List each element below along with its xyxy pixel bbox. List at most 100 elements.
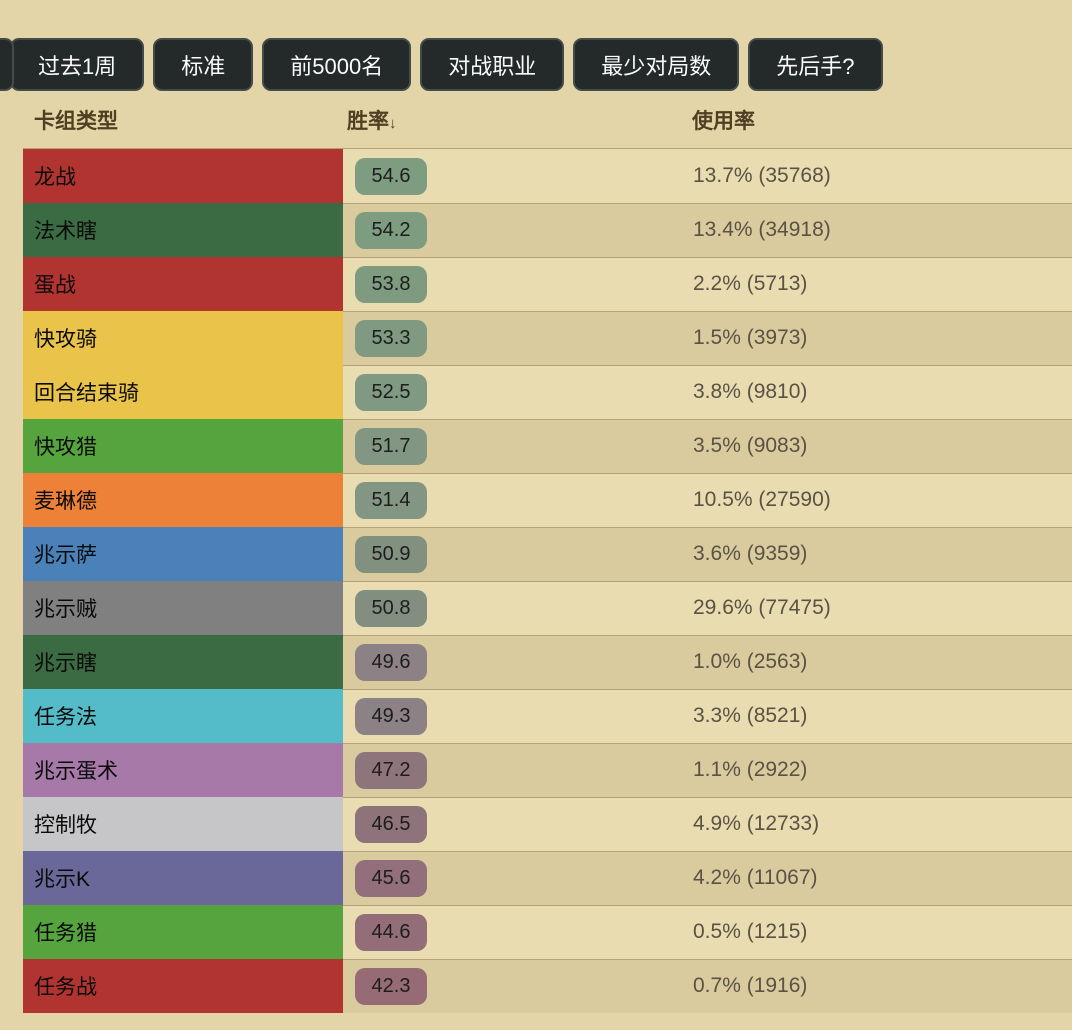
usage-value: 4.2% (11067) xyxy=(693,866,818,889)
deck-name-cell: 兆示萨 xyxy=(23,527,343,581)
deck-row[interactable]: 控制牧 46.5 4.9% (12733) xyxy=(23,797,1072,851)
usage-value: 0.5% (1215) xyxy=(693,920,808,943)
usage-value: 1.5% (3973) xyxy=(693,326,808,349)
deck-row[interactable]: 任务法 49.3 3.3% (8521) xyxy=(23,689,1072,743)
deck-name: 蛋战 xyxy=(34,274,76,297)
column-header-usage[interactable]: 使用率 xyxy=(692,105,755,135)
deck-name: 回合结束骑 xyxy=(34,382,139,405)
deck-row[interactable]: 蛋战 53.8 2.2% (5713) xyxy=(23,257,1072,311)
winrate-badge: 51.7 xyxy=(355,427,427,465)
deck-name: 兆示蛋术 xyxy=(34,760,118,783)
deck-name-cell: 麦琳德 xyxy=(23,473,343,527)
column-header-winrate-label: 胜率 xyxy=(347,110,389,133)
deck-table-body: 龙战 54.6 13.7% (35768) 法术瞎 54.2 13.4% (34… xyxy=(23,148,1072,1013)
deck-name-cell: 兆示贼 xyxy=(23,581,343,635)
winrate-cell: 42.3 xyxy=(355,959,427,1013)
winrate-badge: 53.8 xyxy=(355,265,427,303)
deck-row[interactable]: 兆示蛋术 47.2 1.1% (2922) xyxy=(23,743,1072,797)
deck-name-cell: 任务猎 xyxy=(23,905,343,959)
usage-value: 13.4% (34918) xyxy=(693,218,831,241)
deck-name: 任务猎 xyxy=(34,922,97,945)
deck-name-cell: 兆示K xyxy=(23,851,343,905)
deck-name: 任务法 xyxy=(34,706,97,729)
winrate-badge: 54.6 xyxy=(355,157,427,195)
winrate-cell: 51.4 xyxy=(355,473,427,527)
winrate-cell: 53.3 xyxy=(355,311,427,365)
table-header: 卡组类型 胜率↓ 使用率 xyxy=(0,105,1072,133)
deck-name: 法术瞎 xyxy=(34,220,97,243)
winrate-badge: 54.2 xyxy=(355,211,427,249)
clipped-filter-button[interactable] xyxy=(0,38,14,91)
deck-name: 快攻骑 xyxy=(34,328,97,351)
usage-value: 1.1% (2922) xyxy=(693,758,808,781)
filter-button-min-games[interactable]: 最少对局数 xyxy=(573,38,740,91)
filter-button-opponent-class[interactable]: 对战职业 xyxy=(420,38,565,91)
deck-row[interactable]: 龙战 54.6 13.7% (35768) xyxy=(23,149,1072,203)
winrate-badge: 47.2 xyxy=(355,751,427,789)
deck-name-cell: 回合结束骑 xyxy=(23,365,343,419)
winrate-cell: 50.9 xyxy=(355,527,427,581)
usage-value: 3.5% (9083) xyxy=(693,434,808,457)
sort-descending-icon: ↓ xyxy=(389,115,397,132)
deck-name-cell: 兆示瞎 xyxy=(23,635,343,689)
deck-name: 兆示萨 xyxy=(34,544,97,567)
deck-row[interactable]: 兆示K 45.6 4.2% (11067) xyxy=(23,851,1072,905)
deck-name: 控制牧 xyxy=(34,814,97,837)
deck-row[interactable]: 麦琳德 51.4 10.5% (27590) xyxy=(23,473,1072,527)
winrate-cell: 54.2 xyxy=(355,203,427,257)
deck-name: 麦琳德 xyxy=(34,490,97,513)
winrate-badge: 52.5 xyxy=(355,373,427,411)
deck-name-cell: 任务法 xyxy=(23,689,343,743)
winrate-badge: 44.6 xyxy=(355,913,427,951)
deck-name-cell: 快攻猎 xyxy=(23,419,343,473)
deck-name-cell: 蛋战 xyxy=(23,257,343,311)
deck-row[interactable]: 任务战 42.3 0.7% (1916) xyxy=(23,959,1072,1013)
deck-name: 任务战 xyxy=(34,976,97,999)
usage-value: 2.2% (5713) xyxy=(693,272,808,295)
deck-name-cell: 控制牧 xyxy=(23,797,343,851)
winrate-cell: 47.2 xyxy=(355,743,427,797)
winrate-cell: 54.6 xyxy=(355,149,427,203)
winrate-cell: 45.6 xyxy=(355,851,427,905)
filter-button-format[interactable]: 标准 xyxy=(153,38,254,91)
deck-row[interactable]: 任务猎 44.6 0.5% (1215) xyxy=(23,905,1072,959)
column-header-winrate[interactable]: 胜率↓ xyxy=(347,105,397,135)
deck-name: 快攻猎 xyxy=(34,436,97,459)
filter-bar: 过去1周 标准 前5000名 对战职业 最少对局数 先后手? xyxy=(0,38,883,91)
winrate-cell: 50.8 xyxy=(355,581,427,635)
deck-row[interactable]: 兆示瞎 49.6 1.0% (2563) xyxy=(23,635,1072,689)
deck-row[interactable]: 兆示萨 50.9 3.6% (9359) xyxy=(23,527,1072,581)
usage-value: 1.0% (2563) xyxy=(693,650,808,673)
deck-row[interactable]: 快攻猎 51.7 3.5% (9083) xyxy=(23,419,1072,473)
deck-row[interactable]: 回合结束骑 52.5 3.8% (9810) xyxy=(23,365,1072,419)
deck-name-cell: 法术瞎 xyxy=(23,203,343,257)
usage-value: 3.6% (9359) xyxy=(693,542,808,565)
filter-button-rank-range[interactable]: 前5000名 xyxy=(262,38,412,91)
usage-value: 10.5% (27590) xyxy=(693,488,831,511)
winrate-cell: 52.5 xyxy=(355,365,427,419)
deck-row[interactable]: 兆示贼 50.8 29.6% (77475) xyxy=(23,581,1072,635)
deck-name-cell: 快攻骑 xyxy=(23,311,343,365)
filter-button-time-range[interactable]: 过去1周 xyxy=(10,38,145,91)
usage-value: 4.9% (12733) xyxy=(693,812,820,835)
winrate-badge: 53.3 xyxy=(355,319,427,357)
winrate-badge: 50.9 xyxy=(355,535,427,573)
winrate-badge: 49.6 xyxy=(355,643,427,681)
deck-row[interactable]: 法术瞎 54.2 13.4% (34918) xyxy=(23,203,1072,257)
winrate-cell: 49.3 xyxy=(355,689,427,743)
deck-name: 龙战 xyxy=(34,166,76,189)
column-header-deck-type[interactable]: 卡组类型 xyxy=(34,105,118,135)
winrate-cell: 53.8 xyxy=(355,257,427,311)
winrate-cell: 49.6 xyxy=(355,635,427,689)
usage-value: 29.6% (77475) xyxy=(693,596,831,619)
winrate-cell: 44.6 xyxy=(355,905,427,959)
deck-name-cell: 兆示蛋术 xyxy=(23,743,343,797)
winrate-badge: 42.3 xyxy=(355,967,427,1005)
winrate-badge: 46.5 xyxy=(355,805,427,843)
winrate-badge: 45.6 xyxy=(355,859,427,897)
deck-name: 兆示贼 xyxy=(34,598,97,621)
winrate-cell: 46.5 xyxy=(355,797,427,851)
filter-button-play-order[interactable]: 先后手? xyxy=(748,38,883,91)
usage-value: 0.7% (1916) xyxy=(693,974,808,997)
deck-row[interactable]: 快攻骑 53.3 1.5% (3973) xyxy=(23,311,1072,365)
